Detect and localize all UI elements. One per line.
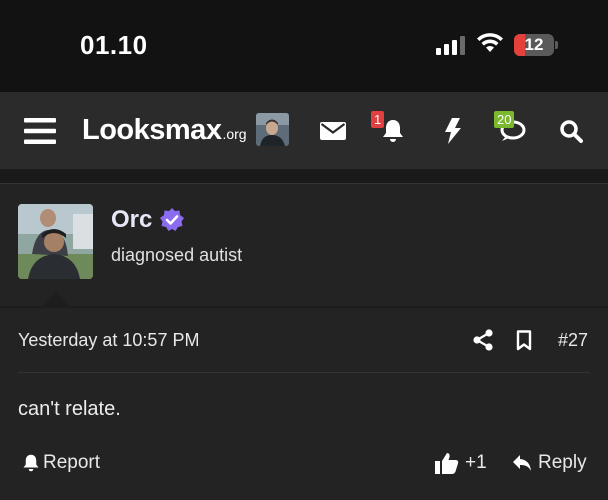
avatar xyxy=(18,204,93,279)
alerts-button[interactable] xyxy=(380,92,406,170)
logo-text: Looksmax xyxy=(82,114,222,146)
menu-icon xyxy=(24,118,56,144)
bookmark-icon xyxy=(516,330,532,351)
wifi-icon xyxy=(477,33,503,52)
alerts-badge: 1 xyxy=(371,111,385,128)
menu-button[interactable] xyxy=(22,92,58,170)
conversations-button[interactable] xyxy=(497,92,527,170)
bell-icon xyxy=(23,454,39,472)
top-navbar: Looksmax .org 1 20 xyxy=(0,92,608,170)
post-message: can't relate. xyxy=(18,398,121,420)
search-icon xyxy=(560,120,583,143)
verified-icon xyxy=(160,208,184,231)
logo-tld: .org xyxy=(222,126,247,142)
share-button[interactable] xyxy=(472,329,494,356)
reply-label: Reply xyxy=(538,452,587,473)
like-button[interactable]: +1 xyxy=(435,452,487,474)
report-button[interactable]: Report xyxy=(22,452,100,474)
reply-icon xyxy=(513,455,531,471)
like-count: +1 xyxy=(465,452,487,473)
conversations-badge: 20 xyxy=(494,111,515,128)
signal-icon xyxy=(436,36,465,55)
post-number-link[interactable]: #27 xyxy=(558,330,588,351)
divider xyxy=(18,372,590,373)
post-pointer xyxy=(42,292,70,306)
author-username[interactable]: Orc xyxy=(111,206,152,234)
status-bar: 01.10 12 xyxy=(0,0,608,92)
site-logo[interactable]: Looksmax .org xyxy=(82,114,247,147)
whats-new-button[interactable] xyxy=(442,92,464,170)
author-avatar[interactable] xyxy=(18,204,93,279)
author-title: diagnosed autist xyxy=(111,245,243,265)
bolt-icon xyxy=(445,118,461,144)
post-timestamp[interactable]: Yesterday at 10:57 PM xyxy=(18,330,199,351)
status-time: 01.10 xyxy=(80,30,148,60)
report-label: Report xyxy=(43,452,101,473)
divider xyxy=(0,306,608,308)
avatar xyxy=(256,113,289,146)
bell-icon xyxy=(383,120,403,142)
thumbs-up-icon xyxy=(435,453,459,474)
reply-button[interactable]: Reply xyxy=(512,452,587,474)
search-button[interactable] xyxy=(558,92,584,170)
bookmark-button[interactable] xyxy=(516,330,532,356)
battery-level: 12 xyxy=(524,35,544,54)
envelope-icon xyxy=(320,122,346,140)
user-avatar[interactable] xyxy=(256,113,289,146)
inbox-button[interactable] xyxy=(318,92,348,170)
share-icon xyxy=(473,329,493,351)
battery-icon: 12 xyxy=(514,34,554,56)
